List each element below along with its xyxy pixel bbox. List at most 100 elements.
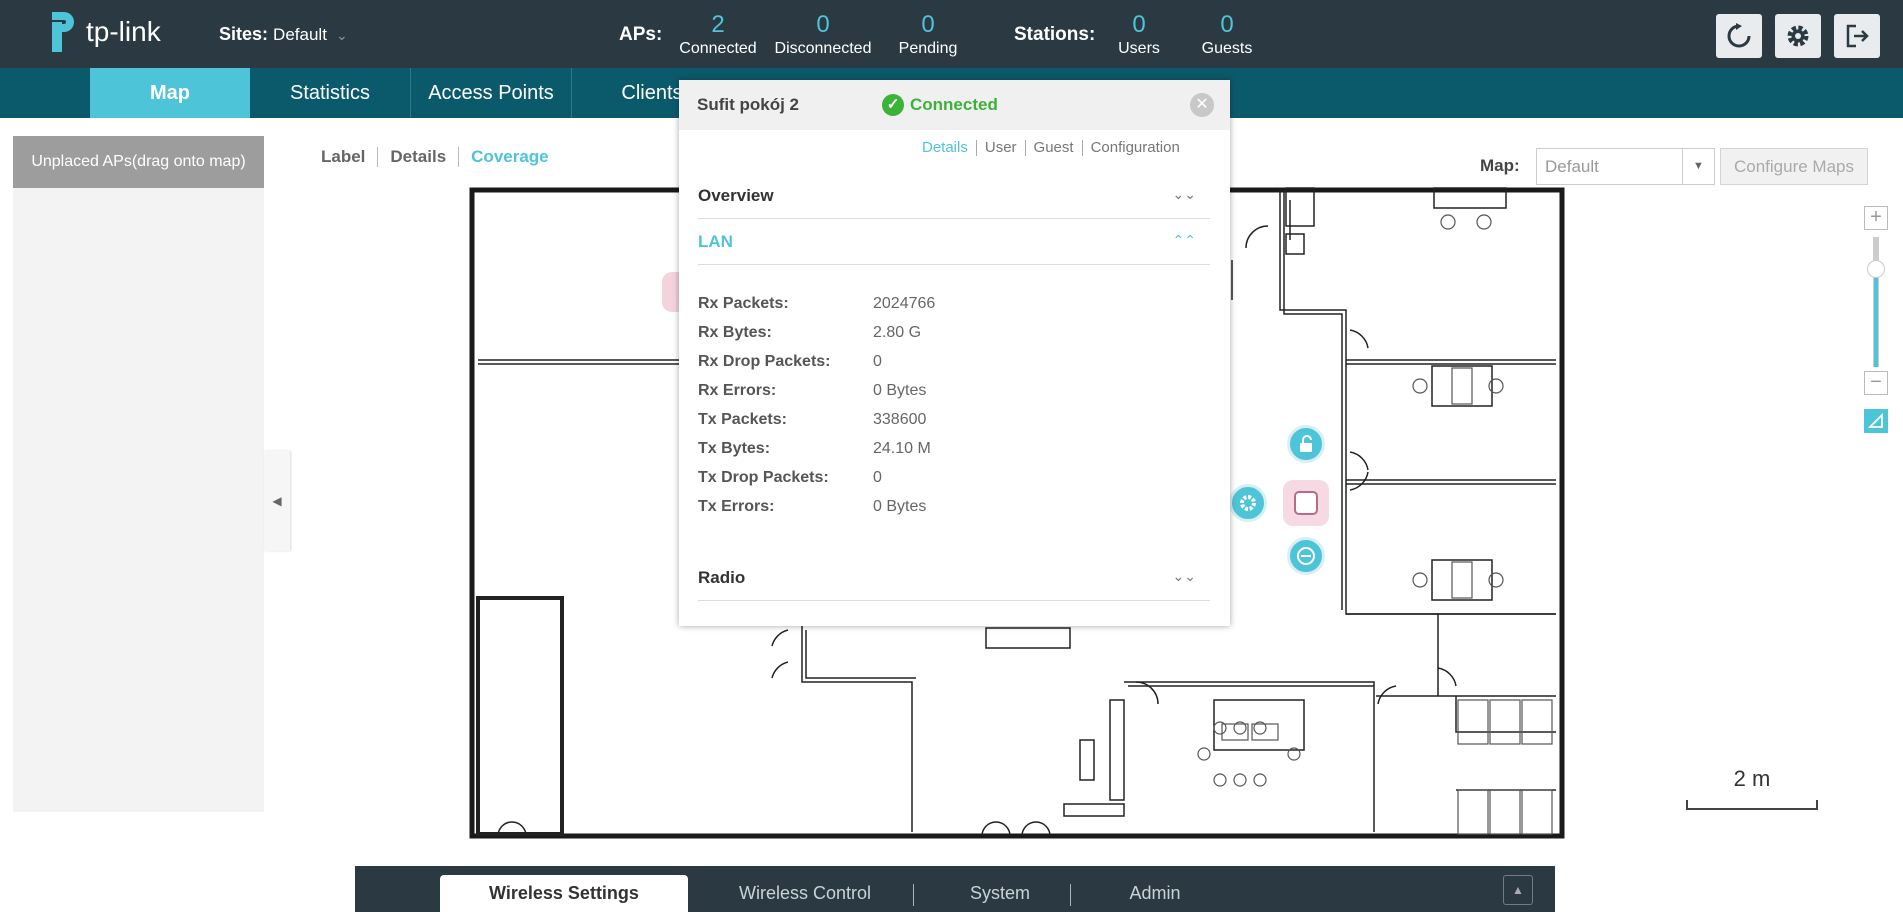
aps-label: APs: [619,24,663,45]
settings-button[interactable] [1775,14,1821,58]
stations-guests-label: Guests [1201,40,1253,57]
map-select-value: Default [1545,157,1599,176]
tab-details[interactable]: Details [378,147,458,167]
unlock-ap-button[interactable] [1287,425,1325,463]
stat-key: Tx Packets: [698,411,787,428]
panel-collapse-toggle[interactable]: ◀ [264,451,290,551]
zoom-slider-handle[interactable] [1867,260,1885,278]
stat-key: Rx Packets: [698,295,789,312]
popup-tab-details[interactable]: Details [914,139,976,156]
map-view-tabs: Label Details Coverage [309,147,561,167]
aps-connected-label: Connected [679,40,757,57]
stat-value: 0 Bytes [873,382,927,399]
nav-access-points[interactable]: Access Points [411,68,571,118]
popup-tab-user[interactable]: User [977,139,1025,156]
stat-key: Tx Bytes: [698,440,771,457]
section-radio-title: Radio [698,568,746,587]
configure-maps-button[interactable]: Configure Maps [1720,148,1868,185]
stations-guests-count: 0 [1220,11,1234,38]
section-overview[interactable]: Overview ⌄⌄ [698,174,1210,219]
ap-status-text: Connected [910,95,998,114]
refresh-button[interactable] [1716,14,1762,58]
stat-value: 338600 [873,411,927,428]
stat-key: Tx Errors: [698,498,775,515]
unplaced-aps-panel: Unplaced APs(drag onto map) [13,136,264,812]
top-bar: tp-link Sites: Default ⌄ APs: 2 Connecte… [0,0,1903,68]
stat-value: 24.10 M [873,440,931,457]
ap-marker-selected[interactable] [1283,480,1329,526]
ap-device-icon [1294,491,1318,515]
popup-header: Sufit pokój 2 ✓ Connected ✕ [679,80,1230,130]
tab-label[interactable]: Label [309,147,377,167]
refresh-icon [1727,23,1751,48]
site-selector[interactable]: Sites: Default ⌄ [219,24,348,45]
ap-details-popup: Sufit pokój 2 ✓ Connected ✕ Details User… [679,80,1230,626]
nav-map[interactable]: Map [90,68,250,118]
nav-statistics[interactable]: Statistics [250,68,410,118]
tab-admin[interactable]: Admin [1080,875,1230,912]
stat-value: 0 [873,353,882,370]
tab-coverage[interactable]: Coverage [459,147,560,167]
unlock-icon [1300,435,1312,452]
popup-tab-configuration[interactable]: Configuration [1083,139,1188,156]
map-scale: 2 m [1686,766,1818,814]
expand-icon: ⌄⌄ [1172,568,1196,584]
popup-tab-guest[interactable]: Guest [1026,139,1082,156]
stations-guests-stat[interactable]: 0 Guests [1172,10,1282,58]
unplaced-aps-header: Unplaced APs(drag onto map) [13,136,264,188]
toolbar-collapse-button[interactable]: ▲ [1503,875,1533,905]
section-radio[interactable]: Radio ⌄⌄ [698,556,1210,601]
fit-to-screen-button[interactable] [1864,409,1888,433]
aps-pending-count: 0 [921,11,935,38]
section-lan[interactable]: LAN ⌃⌃ [698,220,1210,265]
stat-key: Rx Bytes: [698,324,772,341]
tp-link-logo: tp-link [30,6,161,58]
map-select-dropdown[interactable]: Default ▼ [1536,148,1715,185]
check-circle-icon: ✓ [882,94,904,116]
tab-divider [1070,884,1071,906]
chevron-down-icon: ⌄ [335,27,348,43]
bottom-toolbar: Wireless Settings Wireless Control Syste… [355,866,1555,912]
sites-label: Sites: [219,24,269,44]
gear-icon [1787,25,1809,47]
aps-disconnected-stat[interactable]: 0 Disconnected [768,10,878,58]
stat-key: Rx Errors: [698,382,777,399]
aps-pending-stat[interactable]: 0 Pending [873,10,983,58]
map-select-label: Map: [1480,156,1520,175]
zoom-slider-fill [1874,272,1878,367]
stat-key: Rx Drop Packets: [698,353,831,370]
aps-connected-count: 2 [711,11,725,38]
stat-value: 0 Bytes [873,498,927,515]
tab-wireless-settings[interactable]: Wireless Settings [440,875,688,912]
section-lan-title: LAN [698,232,733,251]
tab-divider [913,884,914,906]
tab-wireless-control[interactable]: Wireless Control [700,875,910,912]
logo-text: tp-link [86,16,161,47]
ap-status: ✓ Connected [882,94,998,116]
aps-pending-label: Pending [898,40,958,57]
scale-bar [1686,800,1818,810]
resize-icon [1867,412,1883,428]
minus-circle-icon [1297,547,1315,565]
stat-value: 0 [873,469,882,486]
aps-connected-stat[interactable]: 2 Connected [663,10,773,58]
ap-name: Sufit pokój 2 [697,95,799,114]
zoom-in-button[interactable]: + [1864,206,1888,230]
remove-ap-button[interactable] [1287,537,1325,575]
zoom-out-button[interactable]: − [1864,371,1888,395]
aps-disconnected-count: 0 [816,11,830,38]
logout-button[interactable] [1834,14,1880,58]
close-icon[interactable]: ✕ [1190,93,1214,117]
logout-icon [1846,24,1869,48]
aps-disconnected-label: Disconnected [774,40,872,57]
ap-settings-button[interactable] [1229,484,1267,522]
chevron-up-icon: ▲ [1512,883,1524,897]
expand-icon: ⌄⌄ [1172,186,1196,202]
scale-label: 2 m [1733,766,1771,791]
collapse-icon: ⌃⌃ [1172,232,1196,248]
gear-icon [1240,495,1256,511]
stat-value: 2024766 [873,295,936,312]
tab-system[interactable]: System [925,875,1075,912]
caret-left-icon: ◀ [272,494,282,508]
section-overview-title: Overview [698,186,774,205]
